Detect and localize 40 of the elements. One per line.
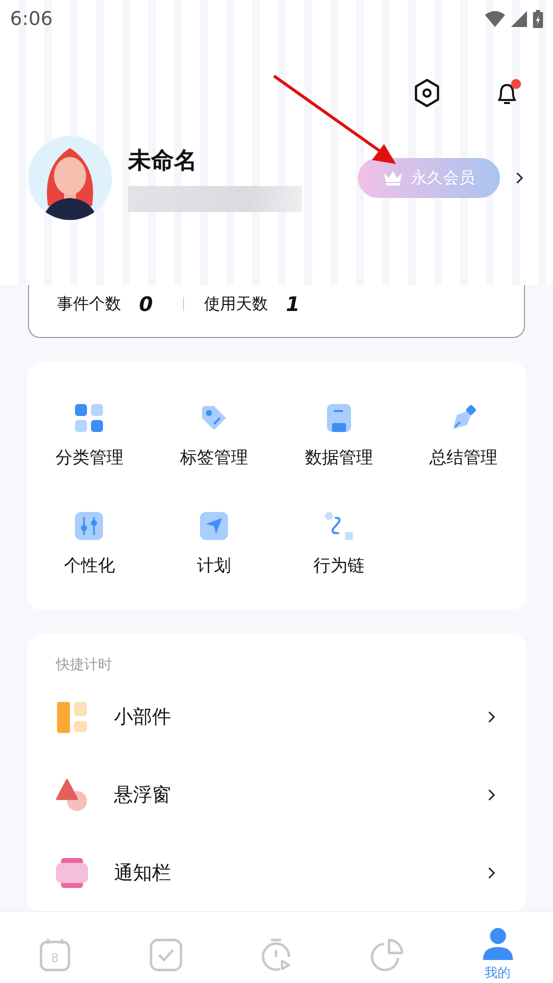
widget-icon — [56, 701, 88, 733]
stat-label: 事件个数 — [57, 294, 121, 314]
quick-timer-row[interactable]: 通知栏 — [56, 834, 526, 912]
tool-label[interactable]: 标签管理 — [180, 446, 248, 469]
wifi-icon — [485, 11, 505, 27]
stat-value: 0 — [139, 292, 153, 316]
quick-timer-row[interactable]: 悬浮窗 — [56, 756, 526, 834]
chevron-right-icon — [488, 789, 496, 801]
shapes-icon — [56, 779, 88, 811]
chevron-right-icon — [488, 711, 496, 723]
quick-timer-row[interactable]: 小部件 — [56, 678, 526, 756]
paper-plane-icon[interactable] — [200, 512, 228, 540]
crown-icon — [383, 170, 403, 186]
tool-label[interactable]: 计划 — [197, 554, 232, 577]
path-icon[interactable] — [324, 512, 353, 540]
notification-bar-icon — [56, 857, 88, 889]
stat-label: 使用天数 — [204, 294, 268, 314]
chevron-right-icon[interactable] — [516, 172, 524, 184]
battery-icon — [533, 10, 543, 28]
status-time: 6:06 — [10, 8, 53, 30]
sliders-icon[interactable] — [75, 512, 104, 540]
tool-label[interactable]: 个性化 — [64, 554, 115, 577]
user-name: 未命名 — [128, 146, 198, 176]
tag-icon[interactable] — [200, 404, 228, 432]
pen-icon[interactable] — [450, 404, 477, 432]
settings-icon[interactable] — [413, 78, 441, 108]
grid-icon[interactable] — [75, 404, 104, 432]
tool-label[interactable]: 总结管理 — [430, 446, 498, 469]
pie-chart-icon — [370, 938, 404, 972]
tool-label[interactable]: 数据管理 — [304, 446, 373, 469]
section-title: 快捷计时 — [56, 656, 113, 674]
chevron-right-icon — [488, 867, 496, 879]
stat-value: 1 — [286, 292, 300, 316]
document-icon[interactable] — [326, 404, 351, 432]
tool-label[interactable]: 行为链 — [313, 554, 364, 577]
checkbox-icon — [148, 938, 183, 972]
tool-label[interactable]: 分类管理 — [55, 446, 124, 469]
person-icon — [482, 928, 513, 960]
stopwatch-icon — [260, 938, 292, 972]
signal-icon — [511, 11, 527, 27]
